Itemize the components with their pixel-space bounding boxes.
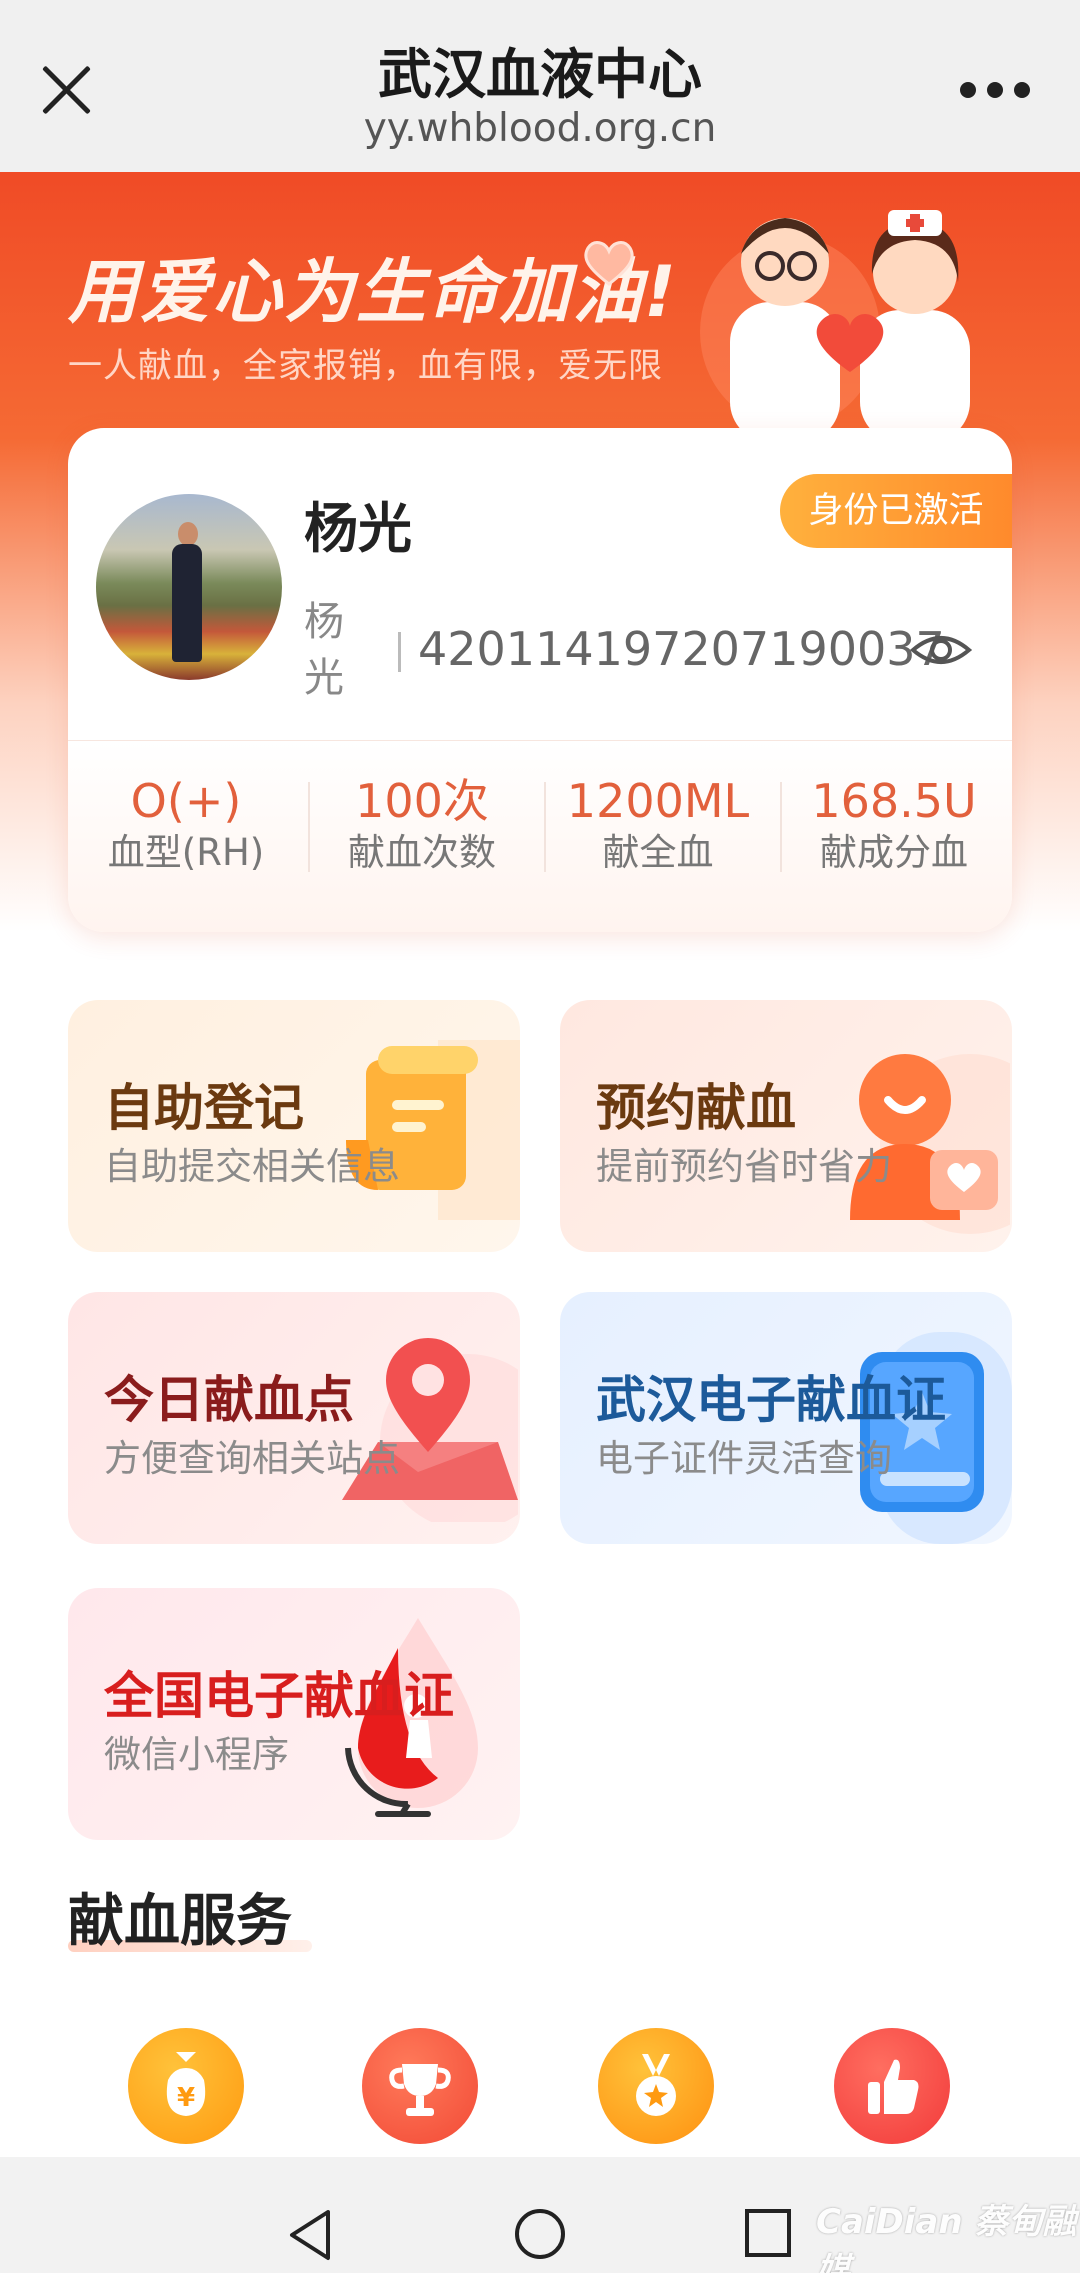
stat-donation-count: 100次 献血次数 (304, 774, 540, 878)
stat-value: 100次 (355, 774, 489, 828)
national-e-certificate-tile[interactable]: 全国电子献血证 微信小程序 (68, 1588, 520, 1840)
avatar[interactable] (96, 494, 282, 680)
stat-label: 献成分血 (820, 831, 968, 874)
stat-blood-type: O(+) 血型(RH) (68, 774, 304, 878)
status-badge: 身份已激活 (780, 474, 1012, 548)
service-money-bag-button[interactable]: ¥ (128, 2028, 244, 2144)
donor-name: 杨光 (304, 497, 412, 560)
home-icon[interactable] (514, 2208, 566, 2260)
stat-label: 献血次数 (348, 831, 496, 874)
person-heart-icon (850, 1054, 1010, 1234)
tile-title: 全国电子献血证 (104, 1667, 454, 1725)
app-page: 武汉血液中心 yy.whblood.org.cn 用爱心为生命加油! 一人献血，… (0, 0, 1080, 2273)
watermark-logo: CaiDian 蔡甸融媒 (816, 2202, 1077, 2273)
doctor-nurse-illustration (700, 210, 970, 442)
wuhan-e-certificate-tile[interactable]: 武汉电子献血证 电子证件灵活查询 (560, 1292, 1012, 1544)
avatar-head (178, 522, 198, 546)
scroll-document-icon (346, 1040, 520, 1220)
recents-icon[interactable] (744, 2208, 792, 2258)
tile-subtitle: 方便查询相关站点 (104, 1437, 400, 1480)
id-divider (398, 632, 401, 672)
self-registration-tile[interactable]: 自助登记 自助提交相关信息 (68, 1000, 520, 1252)
service-trophy-button[interactable] (362, 2028, 478, 2144)
stat-value: 168.5U (811, 774, 977, 828)
section-title: 献血服务 (68, 1889, 292, 1954)
thumbs-up-icon (868, 2059, 919, 2114)
page-title: 武汉血液中心 (378, 43, 702, 106)
money-bag-icon: ¥ (166, 2052, 206, 2116)
tile-title: 预约献血 (596, 1079, 796, 1137)
appointment-tile[interactable]: 预约献血 提前预约省时省力 (560, 1000, 1012, 1252)
heart-icon (584, 241, 634, 286)
tile-title: 自助登记 (104, 1079, 304, 1137)
stat-label: 献全血 (602, 831, 714, 874)
eye-icon[interactable] (910, 628, 972, 672)
more-options-icon[interactable] (960, 82, 1030, 98)
tile-title: 今日献血点 (104, 1371, 354, 1429)
donation-sites-tile[interactable]: 今日献血点 方便查询相关站点 (68, 1292, 520, 1544)
webview-header: 武汉血液中心 yy.whblood.org.cn (0, 0, 1080, 172)
tile-subtitle: 自助提交相关信息 (104, 1145, 400, 1188)
stat-value: 1200ML (566, 774, 750, 828)
stat-whole-blood: 1200ML 献全血 (540, 774, 776, 878)
stat-value: O(+) (130, 774, 242, 828)
service-thumbs-up-button[interactable] (834, 2028, 950, 2144)
stat-component-blood: 168.5U 献成分血 (776, 774, 1012, 878)
hero-subtitle: 一人献血，全家报销，血有限，爱无限 (68, 346, 663, 386)
back-icon[interactable] (286, 2208, 334, 2262)
page-url: yy.whblood.org.cn (363, 106, 717, 151)
svg-text:¥: ¥ (177, 2083, 195, 2113)
donor-name-masked: 杨光 (304, 599, 344, 701)
avatar-figure (172, 544, 202, 662)
trophy-icon (389, 2064, 451, 2116)
medal-icon (636, 2054, 676, 2116)
tile-title: 武汉电子献血证 (596, 1371, 946, 1429)
tile-subtitle: 电子证件灵活查询 (596, 1437, 892, 1480)
tile-subtitle: 提前预约省时省力 (596, 1145, 892, 1188)
service-medal-button[interactable] (598, 2028, 714, 2144)
stat-label: 血型(RH) (107, 831, 265, 874)
id-number: 420114197207190037 (418, 622, 945, 676)
tile-subtitle: 微信小程序 (104, 1733, 289, 1776)
